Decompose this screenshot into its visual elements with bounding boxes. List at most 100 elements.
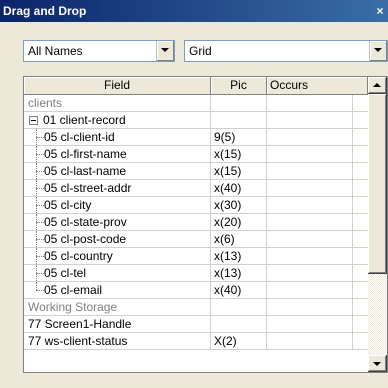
occurs-cell[interactable] [267,180,353,196]
tree-branch [36,188,44,189]
table-row[interactable]: 05 cl-post-code x(6) [24,231,368,248]
pic-cell[interactable]: x(40) [211,282,267,298]
field-name: clients [28,96,63,110]
table-row[interactable]: 01 client-record [24,112,368,129]
title-bar: Drag and Drop × [0,0,388,22]
occurs-cell[interactable] [267,248,353,264]
tree-branch [36,205,44,206]
table-row[interactable]: Working Storage [24,299,368,316]
field-name: 05 cl-client-id [44,130,115,144]
column-header-pic[interactable]: Pic [211,77,267,95]
pic-cell[interactable] [211,95,267,111]
tree-branch [36,137,44,138]
scroll-thumb[interactable] [368,94,387,274]
pic-cell[interactable]: x(15) [211,146,267,162]
pic-cell[interactable]: x(13) [211,265,267,281]
tree-branch [36,171,44,172]
table-row[interactable]: 05 cl-client-id 9(5) [24,129,368,146]
field-cell[interactable]: 05 cl-city [24,197,211,213]
occurs-cell[interactable] [267,214,353,230]
scroll-up-button[interactable] [368,77,387,94]
pic-cell[interactable] [211,112,267,128]
table-row[interactable]: 05 cl-street-addr x(40) [24,180,368,197]
field-name: 05 cl-street-addr [44,181,132,195]
field-name: Working Storage [28,300,118,314]
pic-cell[interactable]: x(15) [211,163,267,179]
pic-cell[interactable]: x(13) [211,248,267,264]
chevron-up-icon [373,83,381,87]
table-row[interactable]: 05 cl-state-prov x(20) [24,214,368,231]
column-header-occurs[interactable]: Occurs [267,77,368,95]
fields-grid[interactable]: Field Pic Occurs clients 01 client-record… [23,76,388,373]
field-cell[interactable]: 05 cl-client-id [24,129,211,145]
table-row[interactable]: 05 cl-email x(40) [24,282,368,299]
pic-cell[interactable]: x(40) [211,180,267,196]
pic-cell[interactable]: x(30) [211,197,267,213]
view-mode-value: Grid [189,44,212,58]
collapse-icon[interactable] [29,116,38,125]
occurs-cell[interactable] [267,112,353,128]
occurs-cell[interactable] [267,197,353,213]
field-name: 05 cl-last-name [44,164,127,178]
pic-cell[interactable] [211,316,267,332]
occurs-cell[interactable] [267,282,353,298]
names-filter-value: All Names [28,44,83,58]
table-row[interactable]: 05 cl-first-name x(15) [24,146,368,163]
field-cell[interactable]: 05 cl-street-addr [24,180,211,196]
occurs-cell[interactable] [267,231,353,247]
field-name: 77 Screen1-Handle [28,317,132,331]
close-icon[interactable]: × [372,3,388,19]
field-cell[interactable]: 05 cl-last-name [24,163,211,179]
field-cell[interactable]: 05 cl-email [24,282,211,298]
field-cell[interactable]: 05 cl-first-name [24,146,211,162]
occurs-cell[interactable] [267,163,353,179]
table-row[interactable]: 77 ws-client-status X(2) [24,333,368,350]
occurs-cell[interactable] [267,146,353,162]
vertical-scrollbar[interactable] [368,77,387,372]
field-cell[interactable]: 05 cl-country [24,248,211,264]
table-row[interactable]: 77 Screen1-Handle [24,316,368,333]
scroll-down-button[interactable] [368,355,387,372]
pic-cell[interactable] [211,299,267,315]
field-name: 05 cl-city [44,198,92,212]
field-cell[interactable]: 77 ws-client-status [24,333,211,349]
pic-cell[interactable]: x(6) [211,231,267,247]
occurs-cell[interactable] [267,265,353,281]
field-name: 05 cl-first-name [44,147,127,161]
field-cell[interactable]: Working Storage [24,299,211,315]
occurs-cell[interactable] [267,316,353,332]
field-cell[interactable]: 77 Screen1-Handle [24,316,211,332]
tree-branch [36,273,44,274]
occurs-cell[interactable] [267,129,353,145]
field-name: 05 cl-state-prov [44,215,127,229]
occurs-cell[interactable] [267,299,353,315]
pic-cell[interactable]: x(20) [211,214,267,230]
occurs-cell[interactable] [267,95,353,111]
field-cell[interactable]: 05 cl-state-prov [24,214,211,230]
table-row[interactable]: 05 cl-country x(13) [24,248,368,265]
occurs-cell[interactable] [267,333,353,349]
field-name: 05 cl-post-code [44,232,127,246]
field-cell[interactable]: 05 cl-post-code [24,231,211,247]
names-filter-dropdown[interactable]: All Names [23,40,175,62]
pic-cell[interactable]: 9(5) [211,129,267,145]
tree-branch [36,290,44,291]
table-row[interactable]: clients [24,95,368,112]
field-name: 05 cl-email [44,283,103,297]
field-cell[interactable]: 01 client-record [24,112,211,128]
field-cell[interactable]: clients [24,95,211,111]
column-header-field[interactable]: Field [24,77,211,95]
table-row[interactable]: 05 cl-last-name x(15) [24,163,368,180]
tree-branch [36,239,44,240]
tree-branch [36,256,44,257]
table-row[interactable]: 05 cl-tel x(13) [24,265,368,282]
tree-line [36,282,37,290]
field-cell[interactable]: 05 cl-tel [24,265,211,281]
chevron-down-icon[interactable] [369,41,387,61]
table-row[interactable]: 05 cl-city x(30) [24,197,368,214]
pic-cell[interactable]: X(2) [211,333,267,349]
window-title: Drag and Drop [3,4,87,18]
view-mode-dropdown[interactable]: Grid [184,40,388,62]
chevron-down-icon[interactable] [156,41,174,61]
field-name: 77 ws-client-status [28,334,128,348]
